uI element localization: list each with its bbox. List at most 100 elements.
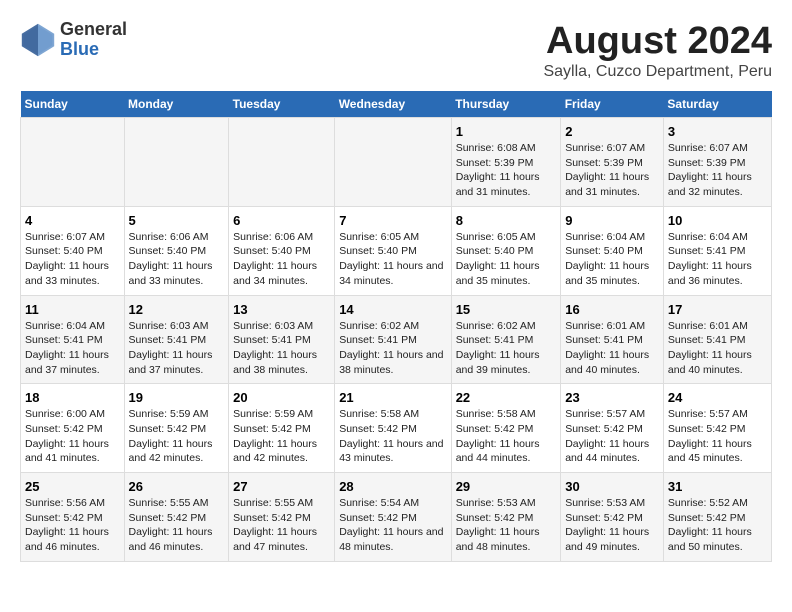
calendar-cell: 19Sunrise: 5:59 AMSunset: 5:42 PMDayligh… [124,384,229,473]
day-info: Sunrise: 6:04 AMSunset: 5:41 PMDaylight:… [668,230,767,289]
day-info: Sunrise: 5:53 AMSunset: 5:42 PMDaylight:… [565,496,659,555]
calendar-cell: 15 Sunrise: 6:02 AMSunset: 5:41 PMDayligh… [451,295,561,384]
calendar-cell: 12Sunrise: 6:03 AMSunset: 5:41 PMDayligh… [124,295,229,384]
day-info: Sunrise: 6:03 AMSunset: 5:41 PMDaylight:… [129,319,225,378]
day-number: 17 [668,302,767,317]
page-header: General Blue August 2024 Saylla, Cuzco D… [20,20,772,81]
day-number: 11 [25,302,120,317]
day-info: Sunrise: 5:53 AMSunset: 5:42 PMDaylight:… [456,496,557,555]
calendar-cell: 23 Sunrise: 5:57 AMSunset: 5:42 PMDayligh… [561,384,664,473]
calendar-cell: 18 Sunrise: 6:00 AMSunset: 5:42 PMDayligh… [21,384,125,473]
day-info: Sunrise: 5:58 AMSunset: 5:42 PMDaylight:… [456,407,557,466]
calendar-cell: 30 Sunrise: 5:53 AMSunset: 5:42 PMDayligh… [561,473,664,562]
day-header-monday: Monday [124,91,229,118]
day-number: 10 [668,213,767,228]
day-info: Sunrise: 6:03 AMSunset: 5:41 PMDaylight:… [233,319,330,378]
day-info: Sunrise: 6:04 AMSunset: 5:41 PMDaylight:… [25,319,120,378]
day-info: Sunrise: 6:06 AMSunset: 5:40 PMDaylight:… [233,230,330,289]
calendar-cell: 26 Sunrise: 5:55 AMSunset: 5:42 PMDayligh… [124,473,229,562]
calendar-cell: 10 Sunrise: 6:04 AMSunset: 5:41 PMDayligh… [663,206,771,295]
calendar-cell: 13 Sunrise: 6:03 AMSunset: 5:41 PMDayligh… [229,295,335,384]
day-header-thursday: Thursday [451,91,561,118]
day-number: 9 [565,213,659,228]
week-row-4: 18 Sunrise: 6:00 AMSunset: 5:42 PMDayligh… [21,384,772,473]
calendar-cell: 16Sunrise: 6:01 AMSunset: 5:41 PMDayligh… [561,295,664,384]
calendar-cell: 6 Sunrise: 6:06 AMSunset: 5:40 PMDaylight… [229,206,335,295]
day-number: 13 [233,302,330,317]
day-header-wednesday: Wednesday [335,91,452,118]
day-number: 15 [456,302,557,317]
calendar-cell [335,118,452,207]
calendar-cell [124,118,229,207]
day-info: Sunrise: 6:02 AMSunset: 5:41 PMDaylight:… [456,319,557,378]
day-number: 18 [25,390,120,405]
week-row-3: 11 Sunrise: 6:04 AMSunset: 5:41 PMDayligh… [21,295,772,384]
day-info: Sunrise: 5:59 AMSunset: 5:42 PMDaylight:… [129,407,225,466]
day-info: Sunrise: 5:54 AMSunset: 5:42 PMDaylight:… [339,496,447,555]
day-info: Sunrise: 6:01 AMSunset: 5:41 PMDaylight:… [668,319,767,378]
week-row-5: 25 Sunrise: 5:56 AMSunset: 5:42 PMDayligh… [21,473,772,562]
day-number: 22 [456,390,557,405]
day-number: 8 [456,213,557,228]
day-info: Sunrise: 6:06 AMSunset: 5:40 PMDaylight:… [129,230,225,289]
day-number: 16 [565,302,659,317]
day-number: 14 [339,302,447,317]
calendar-cell: 24 Sunrise: 5:57 AMSunset: 5:42 PMDayligh… [663,384,771,473]
calendar-cell: 8 Sunrise: 6:05 AMSunset: 5:40 PMDaylight… [451,206,561,295]
day-number: 5 [129,213,225,228]
day-info: Sunrise: 5:55 AMSunset: 5:42 PMDaylight:… [129,496,225,555]
day-number: 1 [456,124,557,139]
week-row-2: 4Sunrise: 6:07 AMSunset: 5:40 PMDaylight… [21,206,772,295]
day-info: Sunrise: 5:59 AMSunset: 5:42 PMDaylight:… [233,407,330,466]
day-number: 2 [565,124,659,139]
day-header-tuesday: Tuesday [229,91,335,118]
day-info: Sunrise: 5:52 AMSunset: 5:42 PMDaylight:… [668,496,767,555]
calendar-cell: 20 Sunrise: 5:59 AMSunset: 5:42 PMDayligh… [229,384,335,473]
day-info: Sunrise: 5:57 AMSunset: 5:42 PMDaylight:… [668,407,767,466]
day-number: 27 [233,479,330,494]
day-info: Sunrise: 5:55 AMSunset: 5:42 PMDaylight:… [233,496,330,555]
day-info: Sunrise: 5:58 AMSunset: 5:42 PMDaylight:… [339,407,447,466]
day-number: 26 [129,479,225,494]
day-header-sunday: Sunday [21,91,125,118]
calendar-cell: 27 Sunrise: 5:55 AMSunset: 5:42 PMDayligh… [229,473,335,562]
header-row: SundayMondayTuesdayWednesdayThursdayFrid… [21,91,772,118]
calendar-cell: 14Sunrise: 6:02 AMSunset: 5:41 PMDayligh… [335,295,452,384]
calendar-cell: 1 Sunrise: 6:08 AMSunset: 5:39 PMDaylight… [451,118,561,207]
day-number: 24 [668,390,767,405]
day-info: Sunrise: 6:05 AMSunset: 5:40 PMDaylight:… [339,230,447,289]
day-number: 25 [25,479,120,494]
logo-general: General [60,20,127,40]
calendar-cell: 2 Sunrise: 6:07 AMSunset: 5:39 PMDaylight… [561,118,664,207]
title-section: August 2024 Saylla, Cuzco Department, Pe… [543,20,772,81]
day-info: Sunrise: 5:56 AMSunset: 5:42 PMDaylight:… [25,496,120,555]
subtitle: Saylla, Cuzco Department, Peru [543,63,772,81]
day-number: 20 [233,390,330,405]
day-number: 29 [456,479,557,494]
calendar-cell: 28Sunrise: 5:54 AMSunset: 5:42 PMDayligh… [335,473,452,562]
calendar-cell: 17 Sunrise: 6:01 AMSunset: 5:41 PMDayligh… [663,295,771,384]
logo-icon [20,22,56,58]
calendar-cell: 5 Sunrise: 6:06 AMSunset: 5:40 PMDaylight… [124,206,229,295]
day-info: Sunrise: 6:05 AMSunset: 5:40 PMDaylight:… [456,230,557,289]
day-number: 30 [565,479,659,494]
calendar-cell [21,118,125,207]
logo: General Blue [20,20,127,60]
day-number: 31 [668,479,767,494]
day-info: Sunrise: 6:08 AMSunset: 5:39 PMDaylight:… [456,141,557,200]
day-number: 23 [565,390,659,405]
calendar-cell: 25 Sunrise: 5:56 AMSunset: 5:42 PMDayligh… [21,473,125,562]
day-header-friday: Friday [561,91,664,118]
calendar-cell [229,118,335,207]
calendar-cell: 29 Sunrise: 5:53 AMSunset: 5:42 PMDayligh… [451,473,561,562]
day-info: Sunrise: 5:57 AMSunset: 5:42 PMDaylight:… [565,407,659,466]
day-info: Sunrise: 6:00 AMSunset: 5:42 PMDaylight:… [25,407,120,466]
calendar-cell: 3 Sunrise: 6:07 AMSunset: 5:39 PMDaylight… [663,118,771,207]
day-number: 3 [668,124,767,139]
day-info: Sunrise: 6:07 AMSunset: 5:39 PMDaylight:… [668,141,767,200]
day-info: Sunrise: 6:07 AMSunset: 5:39 PMDaylight:… [565,141,659,200]
calendar-cell: 22 Sunrise: 5:58 AMSunset: 5:42 PMDayligh… [451,384,561,473]
calendar-cell: 21Sunrise: 5:58 AMSunset: 5:42 PMDayligh… [335,384,452,473]
calendar-cell: 31 Sunrise: 5:52 AMSunset: 5:42 PMDayligh… [663,473,771,562]
day-number: 6 [233,213,330,228]
